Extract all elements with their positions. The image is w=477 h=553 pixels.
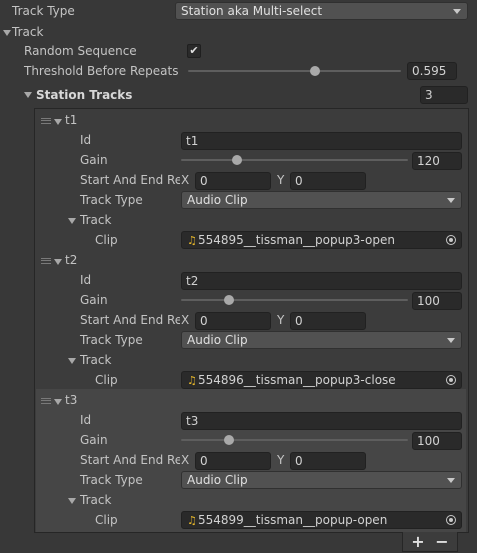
track-sub-label[interactable]: Track: [80, 492, 111, 508]
music-note-icon: ♫: [187, 374, 197, 387]
threshold-value-field[interactable]: 0.595: [407, 62, 457, 80]
end-y-field[interactable]: 0: [290, 172, 366, 190]
gain-value-field[interactable]: 100: [412, 432, 462, 450]
track-element-t1: t1 Id t1 Gain 120 Start And End Res X 0 …: [0, 112, 477, 252]
x-label: X: [181, 173, 190, 187]
clip-object-field[interactable]: ♫ 554895__tissman__popup3-open: [181, 231, 462, 249]
id-field[interactable]: t2: [181, 272, 462, 290]
x-label: X: [181, 313, 190, 327]
clip-object-field[interactable]: ♫ 554899__tissman__popup-open: [181, 511, 462, 529]
random-sequence-label: Random Sequence: [24, 44, 137, 58]
gain-slider-track[interactable]: [181, 159, 408, 161]
gain-slider-track[interactable]: [181, 439, 408, 441]
track-element-foldout-icon[interactable]: [54, 119, 62, 125]
track-type-value: Station aka Multi-select: [181, 4, 323, 18]
x-label: X: [181, 453, 190, 467]
id-label: Id: [80, 273, 92, 287]
gain-slider-track[interactable]: [181, 299, 408, 301]
checkmark-icon: ✔: [189, 44, 199, 57]
track-type-label: Track Type: [80, 473, 143, 487]
end-y-field[interactable]: 0: [290, 452, 366, 470]
element-track-type-dropdown[interactable]: Audio Clip: [181, 191, 462, 209]
element-track-type-value: Audio Clip: [187, 193, 248, 207]
gain-slider-thumb[interactable]: [224, 295, 234, 305]
track-element-title[interactable]: t3: [65, 392, 77, 408]
id-label: Id: [80, 133, 92, 147]
remove-element-button[interactable]: −: [432, 533, 452, 551]
track-sub-label[interactable]: Track: [80, 352, 111, 368]
clip-label: Clip: [95, 513, 118, 527]
track-element-foldout-icon[interactable]: [54, 399, 62, 405]
start-end-label: Start And End Res: [80, 173, 180, 187]
station-tracks-label[interactable]: Station Tracks: [36, 87, 132, 103]
start-end-label: Start And End Res: [80, 313, 180, 327]
music-note-icon: ♫: [187, 514, 197, 527]
track-type-label: Track Type: [80, 333, 143, 347]
target-icon[interactable]: [446, 375, 456, 385]
start-x-field[interactable]: 0: [195, 172, 271, 190]
track-type-dropdown[interactable]: Station aka Multi-select: [175, 2, 468, 20]
gain-label: Gain: [80, 293, 108, 307]
track-element-t3: t3 Id t3 Gain 100 Start And End Res X 0 …: [0, 392, 477, 532]
track-element-title[interactable]: t1: [65, 112, 77, 128]
threshold-label: Threshold Before Repeats: [24, 64, 179, 78]
gain-slider-thumb[interactable]: [232, 155, 242, 165]
gain-slider-thumb[interactable]: [224, 435, 234, 445]
start-x-field[interactable]: 0: [195, 452, 271, 470]
y-label: Y: [277, 313, 285, 327]
station-tracks-count-field[interactable]: 3: [420, 86, 468, 104]
end-y-field[interactable]: 0: [290, 312, 366, 330]
id-field[interactable]: t3: [181, 412, 462, 430]
track-foldout-icon[interactable]: [68, 498, 76, 504]
station-tracks-foldout-icon[interactable]: [24, 92, 32, 98]
gain-value-field[interactable]: 120: [412, 152, 462, 170]
chevron-down-icon: [453, 9, 461, 14]
threshold-slider-thumb[interactable]: [309, 66, 320, 76]
track-type-label: Track Type: [12, 4, 75, 18]
id-field[interactable]: t1: [181, 132, 462, 150]
drag-handle-icon[interactable]: [41, 118, 51, 124]
y-label: Y: [277, 173, 285, 187]
gain-label: Gain: [80, 433, 108, 447]
element-track-type-value: Audio Clip: [187, 473, 248, 487]
track-type-label: Track Type: [80, 193, 143, 207]
clip-object-field[interactable]: ♫ 554896__tissman__popup3-close: [181, 371, 462, 389]
random-sequence-checkbox[interactable]: ✔: [187, 44, 201, 58]
gain-value-field[interactable]: 100: [412, 292, 462, 310]
track-section-label[interactable]: Track: [12, 24, 43, 40]
track-element-title[interactable]: t2: [65, 252, 77, 268]
element-track-type-dropdown[interactable]: Audio Clip: [181, 471, 462, 489]
element-track-type-dropdown[interactable]: Audio Clip: [181, 331, 462, 349]
target-icon[interactable]: [446, 235, 456, 245]
clip-label: Clip: [95, 233, 118, 247]
element-track-type-value: Audio Clip: [187, 333, 248, 347]
threshold-slider-track[interactable]: [188, 70, 401, 72]
music-note-icon: ♫: [187, 234, 197, 247]
track-sub-label[interactable]: Track: [80, 212, 111, 228]
chevron-down-icon: [447, 338, 455, 343]
drag-handle-icon[interactable]: [41, 258, 51, 264]
start-end-label: Start And End Res: [80, 453, 180, 467]
add-element-button[interactable]: +: [408, 533, 428, 551]
chevron-down-icon: [447, 198, 455, 203]
clip-name: 554899__tissman__popup-open: [198, 513, 388, 527]
track-element-t2: t2 Id t2 Gain 100 Start And End Res X 0 …: [0, 252, 477, 392]
track-element-foldout-icon[interactable]: [54, 259, 62, 265]
start-x-field[interactable]: 0: [195, 312, 271, 330]
clip-name: 554896__tissman__popup3-close: [198, 373, 396, 387]
track-foldout-arrow-icon[interactable]: [3, 30, 11, 36]
track-foldout-icon[interactable]: [68, 218, 76, 224]
y-label: Y: [277, 453, 285, 467]
drag-handle-icon[interactable]: [41, 398, 51, 404]
id-label: Id: [80, 413, 92, 427]
gain-label: Gain: [80, 153, 108, 167]
clip-label: Clip: [95, 373, 118, 387]
clip-name: 554895__tissman__popup3-open: [198, 233, 395, 247]
target-icon[interactable]: [446, 515, 456, 525]
chevron-down-icon: [447, 478, 455, 483]
track-foldout-icon[interactable]: [68, 358, 76, 364]
